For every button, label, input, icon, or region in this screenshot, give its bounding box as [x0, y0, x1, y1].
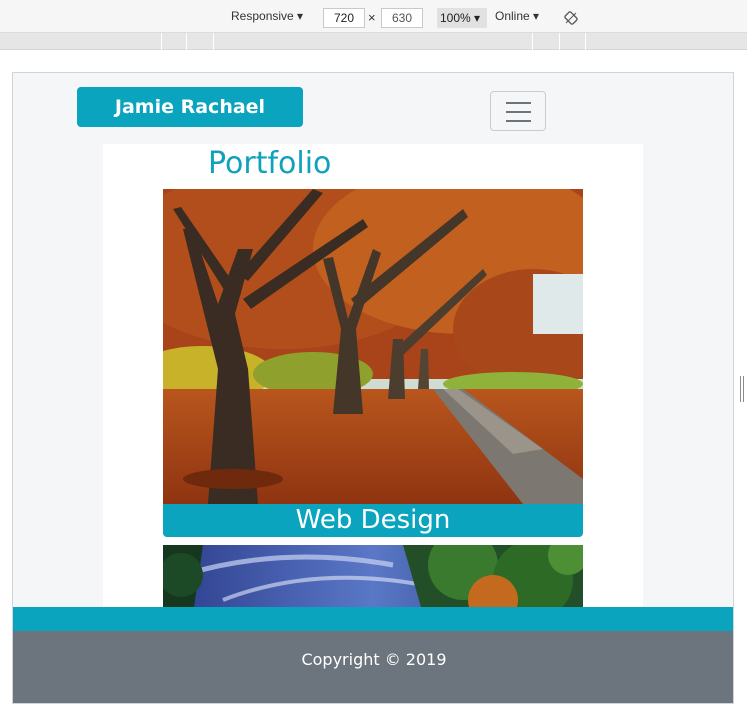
section-title: Portfolio — [208, 146, 332, 181]
footer-accent-bar — [13, 607, 733, 631]
emulated-page: Jamie Rachael Portfolio Web Design Copyr… — [12, 72, 734, 704]
portfolio-section: Portfolio Web Design — [103, 144, 643, 614]
navbar-toggler-button[interactable] — [490, 91, 546, 131]
copyright-text: Copyright © 2019 — [301, 650, 447, 669]
viewport-width-input[interactable] — [323, 8, 365, 28]
network-throttle-dropdown[interactable]: Online ▾ — [495, 9, 539, 23]
zoom-dropdown[interactable]: 100% ▾ — [437, 8, 487, 28]
device-dropdown[interactable]: Responsive ▾ — [231, 9, 303, 23]
portfolio-item-photo[interactable] — [163, 189, 583, 504]
portfolio-item-photo[interactable] — [163, 545, 583, 614]
viewport-height-input[interactable] — [381, 8, 423, 28]
devtools-toolbar: Responsive ▾ × 100% ▾ Online ▾ — [0, 0, 747, 33]
dimension-separator: × — [368, 10, 376, 25]
portfolio-item-caption[interactable]: Web Design — [163, 504, 583, 537]
rotate-icon[interactable] — [564, 11, 578, 25]
night-sky-trees-photo — [163, 545, 583, 614]
autumn-tree-path-photo — [163, 189, 583, 504]
media-query-ruler — [0, 33, 747, 50]
resize-handle-icon[interactable] — [739, 376, 745, 402]
brand-button[interactable]: Jamie Rachael — [77, 87, 303, 127]
footer: Copyright © 2019 — [13, 631, 733, 703]
